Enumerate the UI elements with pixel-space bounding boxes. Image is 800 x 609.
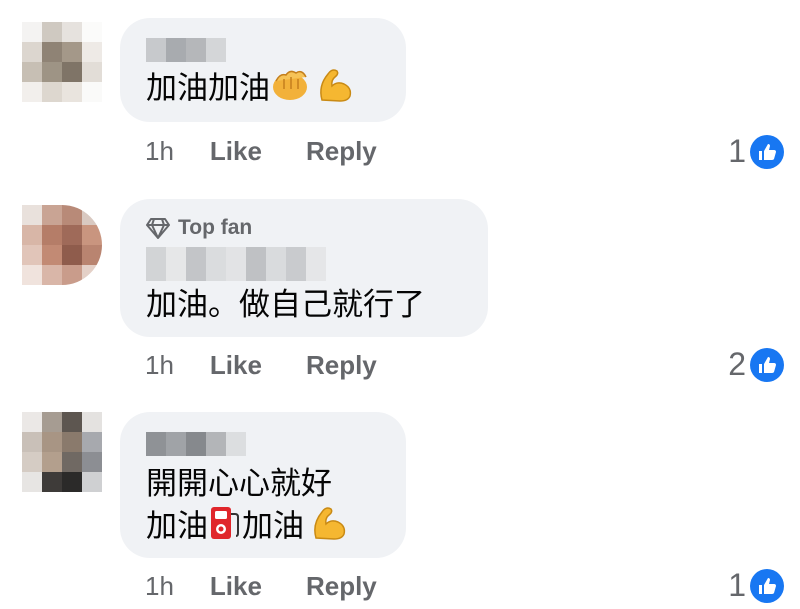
like-link[interactable]: Like bbox=[210, 571, 262, 602]
top-fan-label: Top fan bbox=[178, 216, 253, 239]
flexed-bicep-emoji bbox=[308, 504, 348, 552]
like-link[interactable]: Like bbox=[210, 350, 262, 381]
comment-text-line: 開開心心就好 bbox=[146, 466, 332, 502]
reaction-count: 1 bbox=[728, 567, 746, 603]
diamond-icon bbox=[146, 218, 170, 239]
thumbs-up-icon bbox=[750, 568, 784, 603]
avatar[interactable] bbox=[22, 205, 102, 285]
commenter-name[interactable] bbox=[146, 247, 462, 281]
timestamp[interactable]: 1h bbox=[145, 350, 174, 381]
avatar[interactable] bbox=[22, 412, 102, 492]
flexed-bicep-emoji bbox=[314, 66, 354, 114]
comment-text: 加油加油 bbox=[146, 66, 380, 114]
fist-emoji bbox=[270, 67, 310, 113]
reply-link[interactable]: Reply bbox=[306, 136, 377, 167]
like-link[interactable]: Like bbox=[210, 136, 262, 167]
fuel-pump-emoji bbox=[208, 504, 242, 552]
top-fan-badge: Top fan bbox=[146, 213, 462, 243]
thumbs-up-icon bbox=[750, 134, 784, 169]
comment-actions: 1h Like Reply bbox=[145, 571, 377, 602]
commenter-name[interactable] bbox=[146, 432, 380, 456]
comment-actions: 1h Like Reply bbox=[145, 350, 377, 381]
thumbs-up-icon bbox=[750, 347, 784, 382]
comment-text: 開開心心就好 加油 加油 bbox=[146, 464, 380, 552]
comment-bubble: 開開心心就好 加油 加油 bbox=[120, 412, 406, 558]
comment-bubble: Top fan 加油。做自己就行了 bbox=[120, 199, 488, 337]
reply-link[interactable]: Reply bbox=[306, 350, 377, 381]
comment-bubble: 加油加油 bbox=[120, 18, 406, 122]
reaction-summary[interactable]: 1 bbox=[728, 133, 784, 170]
comment-text-line: 加油。做自己就行了 bbox=[146, 287, 425, 323]
comment-actions: 1h Like Reply bbox=[145, 136, 377, 167]
timestamp[interactable]: 1h bbox=[145, 571, 174, 602]
avatar[interactable] bbox=[22, 22, 102, 102]
timestamp[interactable]: 1h bbox=[145, 136, 174, 167]
reaction-count: 2 bbox=[728, 346, 746, 382]
reaction-summary[interactable]: 2 bbox=[728, 346, 784, 383]
comment-text-line: 加油 加油 bbox=[146, 504, 380, 552]
reaction-count: 1 bbox=[728, 133, 746, 169]
commenter-name[interactable] bbox=[146, 38, 380, 62]
reply-link[interactable]: Reply bbox=[306, 571, 377, 602]
reaction-summary[interactable]: 1 bbox=[728, 567, 784, 604]
comment-text: 加油。做自己就行了 bbox=[146, 285, 462, 325]
comment-text-line: 加油加油 bbox=[146, 70, 270, 107]
